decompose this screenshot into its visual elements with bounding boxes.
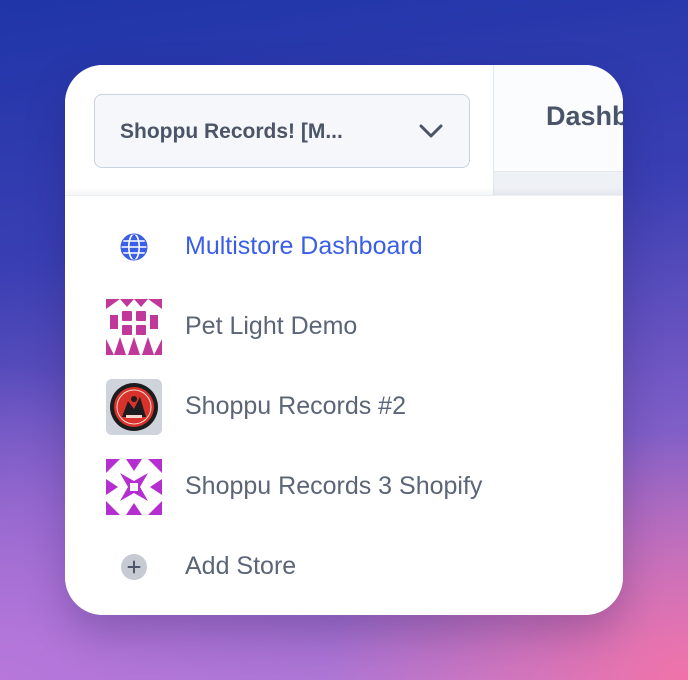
menu-item-label: Shoppu Records #2	[185, 392, 406, 420]
main-header-underline	[494, 171, 623, 196]
store-avatar-pet-light-demo	[106, 299, 162, 355]
store-switcher-panel: Dashboard Shoppu Records! [M... Multisto…	[65, 65, 623, 615]
menu-item-multistore-dashboard[interactable]: Multistore Dashboard	[65, 207, 623, 287]
chevron-down-icon	[419, 124, 443, 138]
plus-circle-icon	[121, 554, 147, 580]
page-title: Dashboard	[546, 101, 623, 131]
menu-item-shoppu-records-2[interactable]: Shoppu Records #2	[65, 367, 623, 447]
store-avatar-shoppu-records-3	[106, 459, 162, 515]
menu-item-shoppu-records-3-shopify[interactable]: Shoppu Records 3 Shopify	[65, 447, 623, 527]
menu-item-label: Add Store	[185, 552, 297, 580]
store-avatar-shoppu-records-2	[106, 379, 162, 435]
menu-item-label: Pet Light Demo	[185, 312, 358, 340]
globe-icon	[120, 233, 148, 261]
store-select-value: Shoppu Records! [M...	[120, 120, 343, 143]
menu-item-add-store[interactable]: Add Store	[65, 527, 623, 607]
menu-item-label: Shoppu Records 3 Shopify	[185, 472, 483, 500]
store-select-dropdown[interactable]: Shoppu Records! [M...	[94, 94, 470, 168]
store-dropdown-menu: Multistore Dashboard Pet Light Demo Shop…	[65, 195, 623, 615]
menu-item-label: Multistore Dashboard	[185, 232, 423, 260]
menu-item-pet-light-demo[interactable]: Pet Light Demo	[65, 287, 623, 367]
